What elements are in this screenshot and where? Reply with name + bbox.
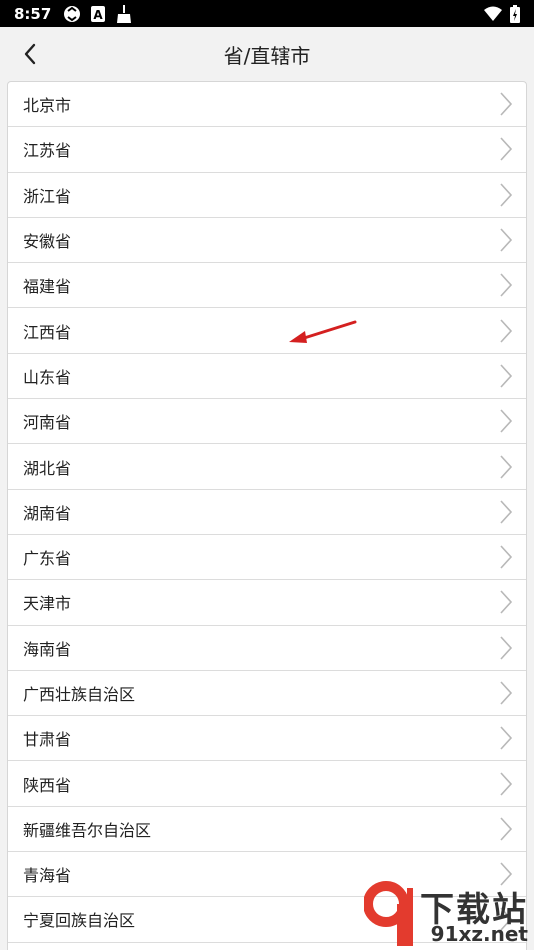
list-item[interactable]: 北京市 xyxy=(8,82,526,128)
list-item-label: 北京市 xyxy=(23,96,72,116)
wifi-icon xyxy=(484,6,502,21)
chevron-right-icon xyxy=(500,545,513,569)
list-item-label: 山东省 xyxy=(23,367,72,387)
list-item[interactable]: 天津市 xyxy=(8,580,526,626)
list-item[interactable]: 广东省 xyxy=(8,535,526,581)
list-item-label: 新疆维吾尔自治区 xyxy=(23,820,152,840)
chevron-right-icon xyxy=(500,636,513,660)
chevron-right-icon xyxy=(500,183,513,207)
list-item[interactable]: 陕西省 xyxy=(8,761,526,807)
chevron-right-icon xyxy=(500,92,513,116)
list-item-label: 河南省 xyxy=(23,413,72,433)
list-item-label: 广西壮族自治区 xyxy=(23,685,136,704)
list-item[interactable]: 山东省 xyxy=(8,354,526,400)
chevron-right-icon xyxy=(500,454,513,479)
list-item[interactable]: 江苏省 xyxy=(8,127,526,173)
chevron-right-icon xyxy=(500,319,513,343)
battery-icon xyxy=(510,4,520,23)
list-item[interactable]: 海南省 xyxy=(8,626,526,671)
list-item-label: 浙江省 xyxy=(23,186,72,206)
list-item[interactable]: 湖北省 xyxy=(8,444,526,490)
chevron-right-icon xyxy=(500,364,513,388)
status-time: 8:57 xyxy=(14,4,52,23)
list-item[interactable]: 新疆维吾尔自治区 xyxy=(8,807,526,853)
list-item-label: 青海省 xyxy=(23,866,72,886)
list-item[interactable]: 江西省 xyxy=(8,308,526,354)
chevron-right-icon xyxy=(500,772,513,796)
list-item[interactable]: 河南省 xyxy=(8,399,526,445)
list-item-label: 福建省 xyxy=(23,277,72,297)
list-item-label: 甘肃省 xyxy=(23,730,72,750)
status-bar: 8:57 A xyxy=(0,0,534,27)
chevron-right-icon xyxy=(500,681,513,705)
chevron-right-icon xyxy=(500,273,513,297)
list-item[interactable]: 宁夏回族自治区 xyxy=(8,897,526,943)
chevron-right-icon xyxy=(500,500,513,524)
list-item-label: 海南省 xyxy=(23,639,72,659)
broom-icon xyxy=(117,4,132,23)
list-item-label: 陕西省 xyxy=(23,775,72,795)
list-item-label: 湖北省 xyxy=(23,458,72,478)
chevron-right-icon xyxy=(500,862,513,886)
chevron-right-icon xyxy=(500,817,513,841)
list-item-label: 江苏省 xyxy=(23,141,72,161)
chevron-left-icon xyxy=(24,43,36,65)
list-item[interactable]: 广西壮族自治区 xyxy=(8,671,526,717)
chevron-right-icon xyxy=(500,726,513,750)
province-list: 北京市江苏省浙江省安徽省福建省江西省山东省河南省湖北省湖南省广东省天津市海南省广… xyxy=(7,81,527,950)
list-item[interactable]: 湖南省 xyxy=(8,490,526,535)
list-item[interactable]: 浙江省 xyxy=(8,173,526,218)
list-item[interactable]: 福建省 xyxy=(8,263,526,309)
list-item-label: 广东省 xyxy=(23,549,72,569)
list-item-label: 宁夏回族自治区 xyxy=(23,911,136,931)
back-button[interactable] xyxy=(12,36,48,72)
list-item[interactable]: 甘肃省 xyxy=(8,716,526,762)
chevron-right-icon xyxy=(500,907,513,932)
chevron-right-icon xyxy=(500,590,513,614)
font-a-icon: A xyxy=(91,5,106,22)
list-item[interactable]: 安徽省 xyxy=(8,218,526,264)
svg-text:A: A xyxy=(94,8,104,22)
chevron-right-icon xyxy=(500,409,513,433)
app-bar: 省/直辖市 xyxy=(0,27,534,81)
sync-icon xyxy=(64,5,81,22)
page-title: 省/直辖市 xyxy=(223,43,311,68)
list-item[interactable]: 青海省 xyxy=(8,852,526,898)
list-item-label: 湖南省 xyxy=(23,503,72,523)
list-item-label: 江西省 xyxy=(23,322,72,342)
chevron-right-icon xyxy=(500,228,513,252)
list-item-label: 天津市 xyxy=(23,594,72,614)
list-item-label: 安徽省 xyxy=(23,232,72,252)
chevron-right-icon xyxy=(500,137,513,161)
